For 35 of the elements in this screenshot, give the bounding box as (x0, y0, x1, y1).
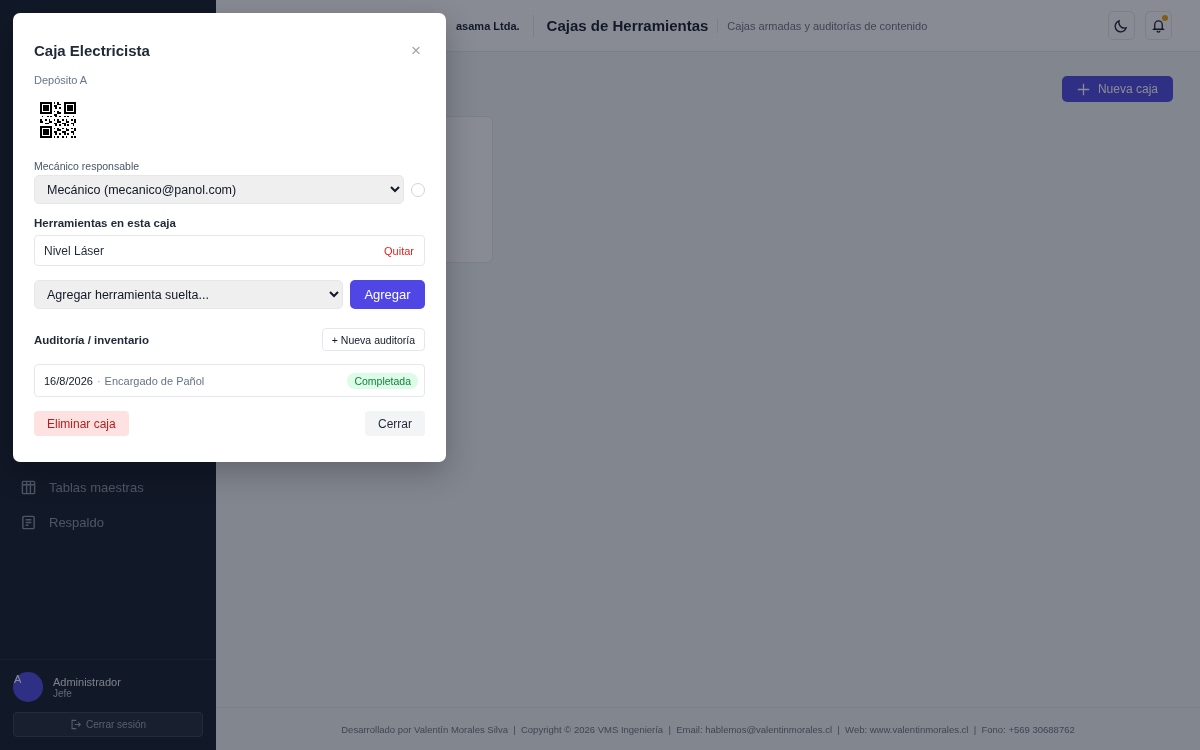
separator-dot: · (96, 374, 101, 387)
plus-icon (1076, 82, 1090, 96)
page-title: Cajas de Herramientas (546, 17, 709, 34)
audit-author: Encargado de Pañol (104, 374, 206, 387)
avatar: A (13, 672, 43, 702)
status-badge: Completada (347, 372, 418, 389)
remove-link[interactable]: Quitar (384, 244, 414, 257)
bell-icon (1151, 18, 1166, 33)
theme-toggle-button[interactable] (1108, 11, 1135, 40)
logout-icon (70, 719, 81, 730)
new-box-button[interactable]: Nueva caja (1061, 76, 1173, 102)
audit-row[interactable]: 16/8/2026 · Encargado de Pañol Completada (34, 364, 425, 397)
notifications-button[interactable] (1145, 11, 1172, 40)
company-name: asama Ltda. (456, 19, 520, 32)
mechanic-select[interactable]: Mecánico (mecanico@panol.com) (34, 175, 404, 204)
moon-icon (1114, 18, 1129, 33)
page-subtitle: Cajas armadas y auditorías de contenido (727, 19, 928, 32)
delete-button[interactable]: Eliminar caja (34, 411, 129, 436)
section-heading: Herramientas en esta caja (34, 217, 176, 229)
modal-title: Caja Electricista (34, 42, 150, 59)
footer-text: Desarrollado por Valentín Morales Silva | Copyright © 2026 VMS Ingeniería | Email: hablemos@valentinmorales.cl | Web: www.valentinmorales.cl | Fono: +569 30688762 (216, 707, 1200, 750)
table-icon (21, 480, 36, 495)
user-role: Jefe (53, 687, 73, 699)
user-name: Administrador (53, 675, 121, 688)
close-modal-button[interactable]: Cerrar (365, 411, 425, 436)
qr-code-icon (40, 102, 76, 138)
tool-name: Nivel Láser (44, 243, 105, 258)
tool-select[interactable]: Agregar herramienta suelta... (34, 280, 343, 309)
add-button[interactable]: Agregar (350, 280, 425, 309)
section-heading: Auditoría / inventario (34, 333, 149, 346)
location-text: Depósito A (34, 74, 88, 86)
field-label: Mecánico responsable (34, 160, 140, 172)
document-icon (21, 515, 36, 530)
audit-date: 16/8/2026 (44, 374, 93, 387)
new-audit-button[interactable]: + Nueva auditoría (321, 328, 425, 351)
